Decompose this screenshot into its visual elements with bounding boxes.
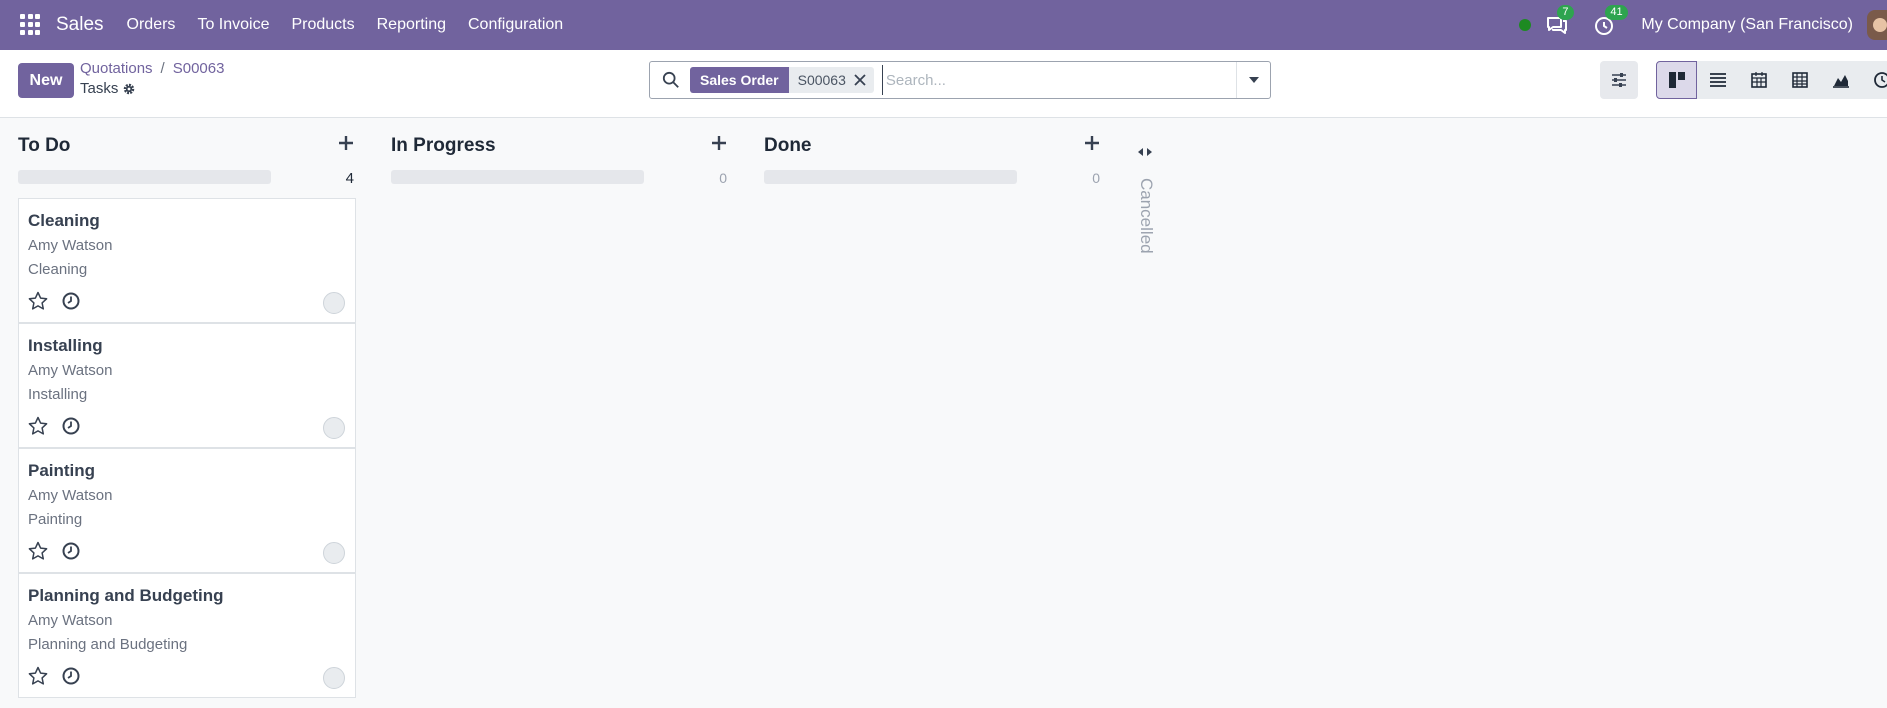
kanban-card[interactable]: Cleaning Amy Watson Cleaning — [18, 198, 356, 323]
graph-view-icon[interactable] — [1820, 61, 1861, 99]
plus-icon[interactable] — [709, 133, 729, 153]
column-header: To Do — [18, 133, 356, 157]
column-progress-bar[interactable] — [764, 170, 1017, 184]
view-switcher — [1656, 61, 1887, 99]
clock-icon[interactable] — [61, 541, 81, 561]
activity-view-icon[interactable] — [1861, 61, 1887, 99]
card-assignee: Amy Watson — [28, 237, 113, 254]
card-description: Installing — [28, 386, 88, 403]
kanban-card[interactable]: Planning and Budgeting Amy Watson Planni… — [18, 573, 356, 698]
column-header: Done — [764, 133, 1102, 157]
card-assignee: Amy Watson — [28, 487, 113, 504]
breadcrumb-quotations[interactable]: Quotations — [80, 60, 153, 77]
card-title: Installing — [28, 336, 103, 355]
breadcrumb-record[interactable]: S00063 — [173, 60, 225, 77]
search-icon — [662, 71, 679, 88]
chat-icon[interactable]: 7 — [1545, 5, 1574, 37]
star-icon[interactable] — [28, 666, 48, 686]
gear-icon[interactable] — [122, 82, 136, 96]
card-description: Planning and Budgeting — [28, 636, 188, 653]
card-assignee: Amy Watson — [28, 612, 113, 629]
presence-status-dot — [1519, 19, 1532, 31]
search-input[interactable] — [881, 65, 1222, 95]
menu-reporting[interactable]: Reporting — [377, 16, 446, 34]
column-title[interactable]: Done — [764, 135, 812, 157]
card-description: Painting — [28, 511, 83, 528]
filters-icon[interactable] — [1600, 61, 1638, 99]
caret-down-icon[interactable] — [1236, 62, 1270, 98]
card-description: Cleaning — [28, 261, 88, 278]
menu-products[interactable]: Products — [291, 16, 354, 34]
facet-value: S00063 — [797, 72, 846, 88]
menu-to-invoice[interactable]: To Invoice — [197, 16, 269, 34]
pivot-view-icon[interactable] — [1779, 61, 1820, 99]
column-progress-bar[interactable] — [18, 170, 271, 184]
calendar-view-icon[interactable] — [1738, 61, 1779, 99]
close-icon[interactable] — [854, 67, 874, 93]
new-button[interactable]: New — [18, 63, 74, 98]
search-bar: Sales Order S00063 — [649, 61, 1271, 99]
star-icon[interactable] — [28, 291, 48, 311]
clock-icon[interactable] — [61, 291, 81, 311]
list-view-icon[interactable] — [1697, 61, 1738, 99]
card-assignee: Amy Watson — [28, 362, 113, 379]
apps-icon[interactable] — [20, 14, 42, 36]
clock-icon[interactable] — [61, 666, 81, 686]
page-title-text: Tasks — [80, 80, 119, 97]
column-count: 0 — [719, 170, 727, 186]
breadcrumb-separator: / — [160, 60, 165, 77]
company-switcher[interactable]: My Company (San Francisco) — [1641, 16, 1853, 34]
card-status-circle[interactable] — [323, 292, 345, 314]
search-facet: Sales Order S00063 — [690, 67, 874, 93]
control-panel: New Quotations / S00063 Tasks Sales Orde… — [0, 50, 1887, 118]
messages-badge: 7 — [1557, 5, 1574, 20]
kanban-card[interactable]: Installing Amy Watson Installing — [18, 323, 356, 448]
card-title: Planning and Budgeting — [28, 586, 224, 605]
kanban-column-cancelled-folded[interactable]: Cancelled — [1130, 142, 1160, 254]
breadcrumb: Quotations / S00063 — [80, 60, 224, 77]
user-avatar[interactable] — [1867, 10, 1887, 40]
card-title: Cleaning — [28, 211, 100, 230]
top-navbar: Sales Orders To Invoice Products Reporti… — [0, 0, 1887, 50]
menu-configuration[interactable]: Configuration — [468, 16, 563, 34]
kanban-view-icon[interactable] — [1656, 61, 1697, 99]
app-name[interactable]: Sales — [56, 14, 104, 36]
star-icon[interactable] — [28, 416, 48, 436]
kanban-card[interactable]: Painting Amy Watson Painting — [18, 448, 356, 573]
column-title[interactable]: To Do — [18, 135, 70, 157]
activity-clock-icon[interactable]: 41 — [1593, 5, 1628, 37]
column-count: 4 — [345, 170, 354, 187]
facet-label: Sales Order — [690, 67, 789, 93]
card-title: Painting — [28, 461, 96, 480]
star-icon[interactable] — [28, 541, 48, 561]
column-header: In Progress — [391, 133, 729, 157]
clock-icon[interactable] — [61, 416, 81, 436]
activities-badge: 41 — [1605, 5, 1628, 20]
folded-column-title: Cancelled — [1137, 178, 1156, 254]
page-title: Tasks — [80, 80, 136, 97]
column-count: 0 — [1092, 170, 1100, 186]
menu-orders[interactable]: Orders — [127, 16, 176, 34]
plus-icon[interactable] — [1082, 133, 1102, 153]
card-status-circle[interactable] — [323, 667, 345, 689]
navbar-systray: 7 41 My Company (San Francisco) — [1519, 0, 1887, 50]
fold-arrows-icon[interactable] — [1130, 142, 1160, 162]
plus-icon[interactable] — [336, 133, 356, 153]
column-title[interactable]: In Progress — [391, 135, 496, 157]
column-progress-bar[interactable] — [391, 170, 644, 184]
card-status-circle[interactable] — [323, 417, 345, 439]
card-status-circle[interactable] — [323, 542, 345, 564]
